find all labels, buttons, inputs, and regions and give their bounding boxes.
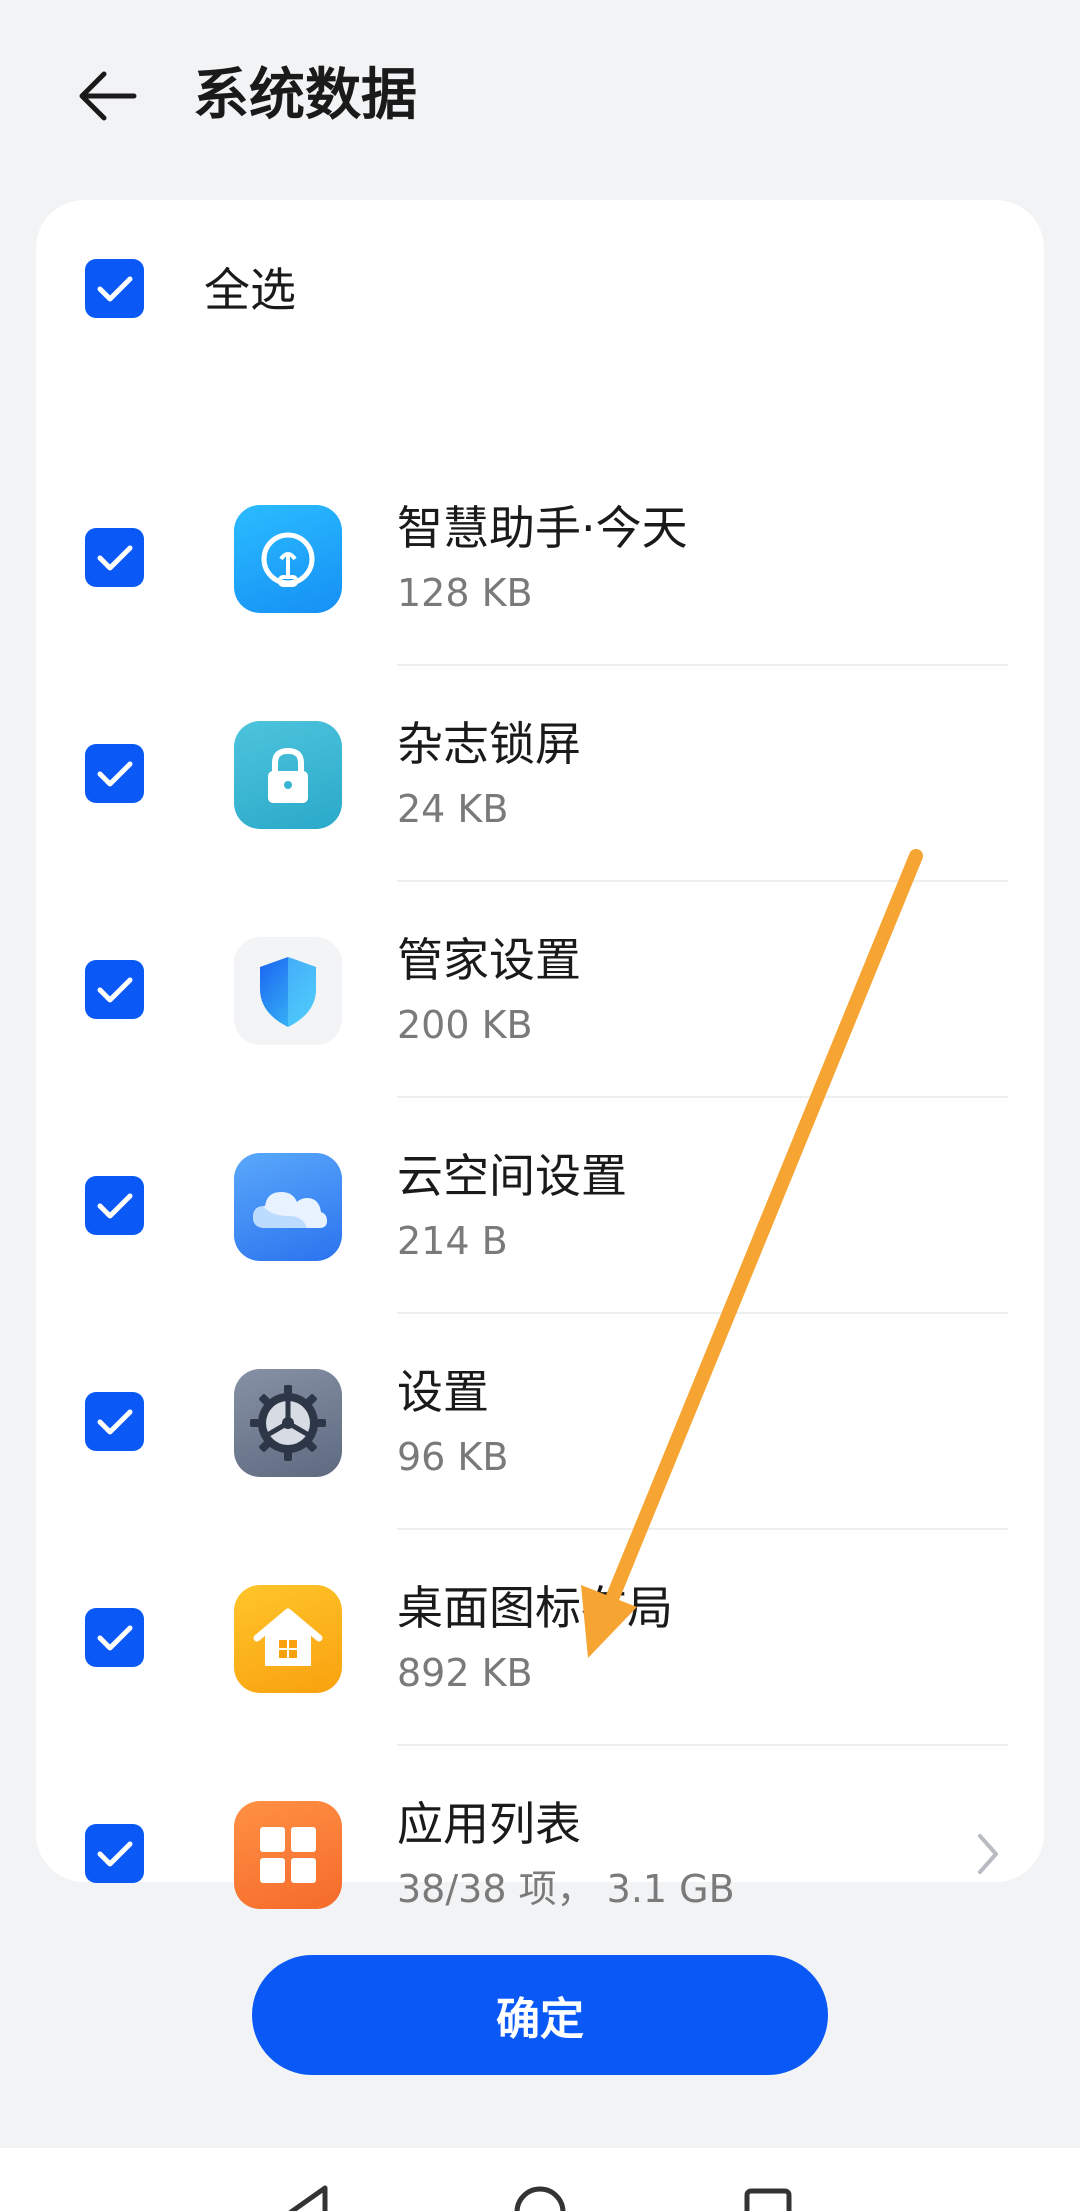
list-item-manager-settings[interactable]: 管家设置 200 KB — [36, 882, 1044, 1098]
item-checkbox[interactable] — [85, 1824, 144, 1883]
list-item-smart-assistant[interactable]: 智慧助手·今天 128 KB — [36, 450, 1044, 666]
item-checkbox[interactable] — [85, 1392, 144, 1451]
chevron-right-icon[interactable] — [968, 1826, 1008, 1882]
checkmark-icon — [97, 977, 132, 1002]
cloud-icon — [234, 1153, 342, 1261]
checkmark-icon — [97, 545, 132, 570]
item-checkbox[interactable] — [85, 528, 144, 587]
list-item-magazine-lock[interactable]: 杂志锁屏 24 KB — [36, 666, 1044, 882]
item-size: 214 B — [397, 1219, 508, 1263]
select-all-checkbox[interactable] — [85, 259, 144, 318]
item-name: 智慧助手·今天 — [397, 501, 688, 555]
item-name: 云空间设置 — [397, 1149, 627, 1203]
item-size: 200 KB — [397, 1003, 533, 1047]
lightbulb-icon — [234, 505, 342, 613]
back-button[interactable] — [68, 58, 144, 134]
list-item-settings[interactable]: 设置 96 KB — [36, 1314, 1044, 1530]
item-name: 杂志锁屏 — [397, 717, 581, 771]
nav-home-icon[interactable] — [510, 2182, 570, 2211]
system-navigation-bar — [0, 2148, 1080, 2211]
nav-recents-icon[interactable] — [738, 2182, 798, 2211]
page-title: 系统数据 — [193, 63, 417, 128]
checkmark-icon — [97, 276, 132, 301]
item-size: 128 KB — [397, 571, 533, 615]
app-header: 系统数据 — [0, 0, 1080, 190]
arrow-left-icon — [79, 71, 137, 121]
nav-back-icon[interactable] — [279, 2182, 339, 2211]
list-item-app-list[interactable]: 应用列表 38/38 项， 3.1 GB — [36, 1746, 1044, 1962]
item-checkbox[interactable] — [85, 744, 144, 803]
item-size: 24 KB — [397, 787, 509, 831]
item-checkbox[interactable] — [85, 1608, 144, 1667]
item-name: 应用列表 — [397, 1797, 581, 1851]
home-icon — [234, 1585, 342, 1693]
checkmark-icon — [97, 1193, 132, 1218]
confirm-button[interactable]: 确定 — [252, 1955, 828, 2075]
shield-icon — [234, 937, 342, 1045]
checkmark-icon — [97, 1409, 132, 1434]
item-checkbox[interactable] — [85, 960, 144, 1019]
list-item-cloud-settings[interactable]: 云空间设置 214 B — [36, 1098, 1044, 1314]
item-size: 892 KB — [397, 1651, 533, 1695]
item-size: 96 KB — [397, 1435, 509, 1479]
list-item-home-layout[interactable]: 桌面图标布局 892 KB — [36, 1530, 1044, 1746]
item-name: 设置 — [397, 1365, 489, 1419]
checkmark-icon — [97, 1841, 132, 1866]
item-checkbox[interactable] — [85, 1176, 144, 1235]
checkmark-icon — [97, 761, 132, 786]
gear-icon — [234, 1369, 342, 1477]
select-all-row[interactable]: 全选 — [36, 200, 1044, 380]
item-name: 桌面图标布局 — [397, 1581, 673, 1635]
app-grid-icon — [234, 1801, 342, 1909]
system-data-list: 全选 智慧助手·今天 128 KB 杂志锁屏 24 KB 管家设置 200 KB… — [36, 200, 1044, 1911]
item-name: 管家设置 — [397, 933, 581, 987]
select-all-label: 全选 — [204, 263, 296, 317]
lock-icon — [234, 721, 342, 829]
item-size: 38/38 项， 3.1 GB — [397, 1867, 735, 1911]
checkmark-icon — [97, 1625, 132, 1650]
